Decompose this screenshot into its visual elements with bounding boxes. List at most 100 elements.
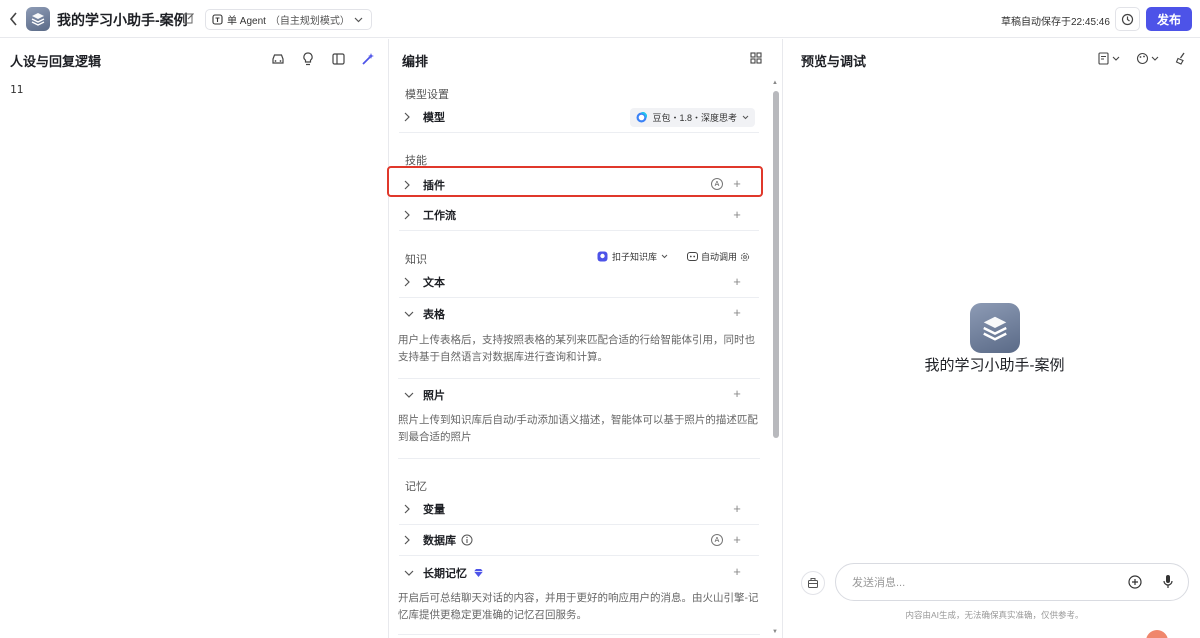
workflow-row[interactable]: 工作流 + (399, 200, 759, 231)
knowledge-label: 知识 (405, 254, 427, 266)
model-row[interactable]: 模型 豆包・1.8・深度思考 (399, 102, 759, 133)
robot-icon (687, 252, 698, 261)
top-bar: 我的学习小助手-案例 单 Agent （自主规划模式） 草稿自动保存于22:45… (0, 0, 1200, 38)
plugin-row[interactable]: 插件 A + (399, 169, 759, 200)
plugin-label: 插件 (423, 179, 445, 192)
photo-label: 照片 (423, 389, 445, 402)
knowledge-base-select[interactable]: 扣子知识库 (597, 250, 668, 263)
edit-icon[interactable] (183, 12, 195, 24)
voice-settings-select[interactable] (1136, 52, 1159, 65)
persona-title: 人设与回复逻辑 (10, 54, 102, 69)
table-label: 表格 (423, 308, 445, 321)
text-label: 文本 (423, 277, 445, 289)
add-variable-icon[interactable]: + (731, 502, 743, 515)
auto-badge-icon[interactable]: A (711, 534, 723, 546)
clear-history-button[interactable] (801, 571, 825, 595)
lightbulb-icon[interactable] (300, 51, 316, 67)
divider (398, 458, 760, 459)
chevron-down-icon (404, 311, 415, 317)
skills-label: 技能 (405, 155, 427, 167)
add-attachment-icon[interactable] (1128, 575, 1142, 589)
auto-badge-icon[interactable]: A (711, 178, 723, 190)
auto-call-toggle[interactable]: 自动调用 (687, 250, 750, 263)
add-photo-icon[interactable]: + (731, 387, 743, 400)
coze-kb-icon (597, 251, 608, 262)
preview-toolbar (1097, 52, 1188, 65)
document-icon (1098, 52, 1109, 65)
kb-select-label: 扣子知识库 (612, 252, 658, 262)
model-value: 豆包・1.8・深度思考 (652, 113, 737, 123)
workflow-label: 工作流 (423, 210, 456, 222)
model-select[interactable]: 豆包・1.8・深度思考 (630, 108, 755, 127)
add-text-icon[interactable]: + (731, 275, 743, 288)
persona-prompt-text[interactable]: 11 (10, 83, 23, 96)
auto-call-label: 自动调用 (701, 252, 738, 262)
preview-panel: 预览与调试 我的学习小助手-案例 发送消息... 内容由AI生成，无法确保真实准… (784, 39, 1200, 638)
scroll-up-arrow-icon[interactable]: ▲ (772, 80, 778, 86)
chevron-right-icon (404, 504, 415, 514)
settings-gear-icon[interactable] (740, 252, 750, 262)
history-icon (1121, 13, 1134, 25)
text-knowledge-row[interactable]: 文本 + (399, 267, 759, 298)
chevron-right-icon (404, 535, 415, 545)
add-database-icon[interactable]: + (731, 533, 743, 546)
chevron-down-icon (354, 17, 363, 22)
chevron-right-icon (404, 112, 415, 122)
model-settings-label: 模型设置 (405, 89, 449, 101)
agent-mode-select[interactable]: 单 Agent （自主规划模式） (205, 9, 372, 30)
chevron-down-icon (404, 392, 415, 398)
info-icon[interactable] (461, 534, 473, 546)
debug-detail-select[interactable] (1097, 52, 1120, 65)
persona-panel: 人设与回复逻辑 11 (0, 39, 389, 638)
broom-clear-icon[interactable] (1175, 52, 1188, 65)
chevron-right-icon (404, 210, 415, 220)
memory-label: 记忆 (405, 481, 427, 493)
layout-panel-icon[interactable] (330, 51, 346, 67)
add-table-icon[interactable]: + (731, 306, 743, 319)
longterm-memory-row[interactable]: 长期记忆 + (399, 557, 759, 588)
bot-name: 我的学习小助手-案例 (924, 357, 1065, 374)
add-workflow-icon[interactable]: + (731, 208, 743, 221)
table-description: 用户上传表格后，支持按照表格的某列来匹配合适的行给智能体引用，同时也支持基于自然… (398, 334, 755, 363)
database-row[interactable]: 数据库 A + (399, 525, 759, 556)
divider (398, 634, 760, 635)
save-status: 草稿自动保存于22:45:46 (1001, 17, 1110, 28)
bot-avatar (970, 303, 1020, 353)
orchestration-panel: 编排 模型设置 模型 豆包・1.8・深度思考 技能 插件 A + 工作流 + 知… (390, 39, 783, 638)
ai-disclaimer: 内容由AI生成，无法确保真实准确，仅供参考。 (905, 610, 1084, 620)
add-plugin-icon[interactable]: + (731, 177, 743, 190)
history-button[interactable] (1115, 7, 1140, 31)
premium-diamond-icon (474, 568, 483, 577)
grid-layout-icon[interactable] (750, 52, 764, 66)
palette-icon (1136, 52, 1149, 65)
chevron-down-icon (404, 570, 415, 576)
add-longterm-memory-icon[interactable]: + (731, 565, 743, 578)
variable-row[interactable]: 变量 + (399, 494, 759, 525)
table-knowledge-row[interactable]: 表格 + (399, 298, 759, 329)
chevron-right-icon (404, 277, 415, 287)
orchestration-title: 编排 (402, 54, 429, 69)
longterm-memory-label: 长期记忆 (423, 567, 467, 580)
clear-context-icon (808, 578, 818, 588)
longterm-memory-description: 开启后可总结聊天对话的内容，并用于更好的响应用户的消息。由火山引擎-记忆库提供更… (398, 592, 759, 621)
database-label: 数据库 (423, 535, 456, 547)
app-title: 我的学习小助手-案例 (57, 12, 188, 28)
preview-title: 预览与调试 (801, 54, 867, 69)
photo-knowledge-row[interactable]: 照片 + (399, 379, 759, 410)
variable-label: 变量 (423, 504, 445, 516)
persona-toolbar (270, 51, 376, 67)
agent-mode-label: 单 Agent (227, 16, 266, 27)
back-arrow-icon[interactable] (6, 10, 20, 28)
car-icon[interactable] (270, 51, 286, 67)
chevron-right-icon (404, 180, 415, 190)
model-label: 模型 (423, 112, 445, 124)
scroll-down-arrow-icon[interactable]: ▼ (772, 629, 778, 635)
agent-mode-sub: （自主规划模式） (269, 16, 350, 27)
chevron-down-icon (742, 115, 749, 120)
scrollbar-thumb[interactable] (773, 91, 779, 438)
microphone-icon[interactable] (1162, 574, 1176, 590)
photo-description: 照片上传到知识库后自动/手动添加语义描述，智能体可以基于照片的描述匹配到最合适的… (398, 414, 758, 443)
app-avatar (26, 7, 50, 31)
ai-optimize-icon[interactable] (360, 51, 376, 67)
publish-button[interactable]: 发布 (1146, 7, 1192, 31)
